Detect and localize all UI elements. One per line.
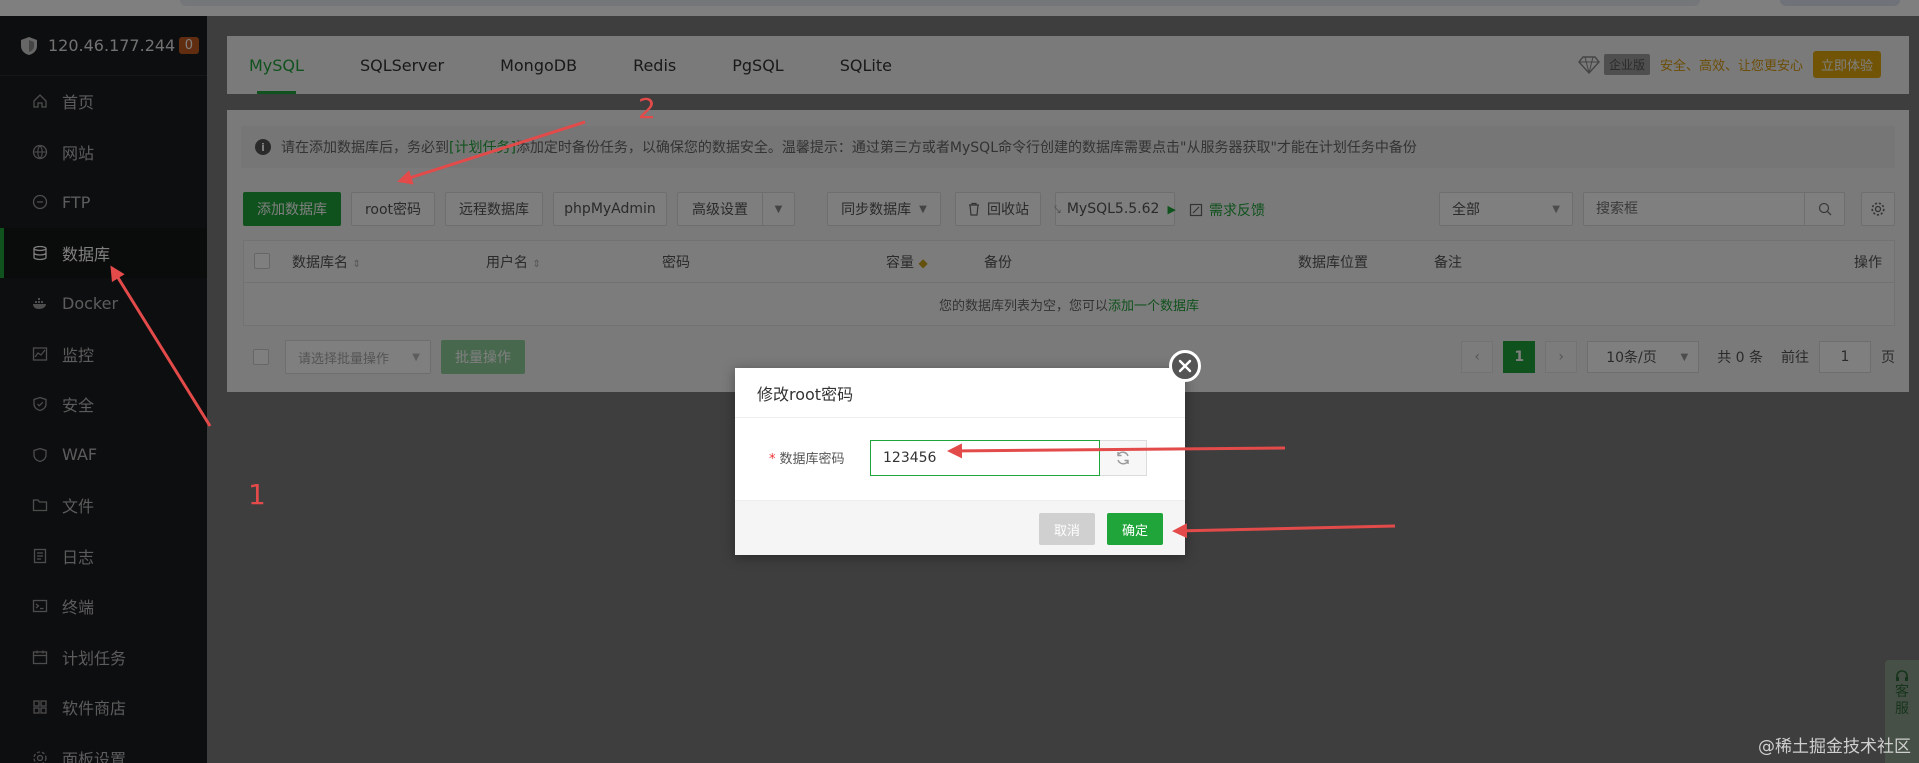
dialog-footer: 取消 确定: [735, 500, 1185, 555]
watermark: @稀土掘金技术社区: [1758, 737, 1911, 757]
cancel-button[interactable]: 取消: [1039, 513, 1095, 545]
dialog-body: * 数据库密码 123456: [735, 418, 1185, 500]
step-number-2: 2: [638, 92, 656, 125]
required-mark: *: [769, 452, 776, 467]
close-icon: [1178, 359, 1192, 373]
password-field-label: * 数据库密码: [769, 448, 845, 467]
confirm-button[interactable]: 确定: [1107, 513, 1163, 545]
password-label-text: 数据库密码: [779, 452, 845, 467]
password-input[interactable]: 123456: [870, 440, 1100, 476]
close-button[interactable]: [1169, 350, 1201, 382]
step-number-1: 1: [248, 478, 266, 511]
refresh-icon: [1117, 451, 1129, 465]
root-password-dialog: 修改root密码 * 数据库密码 123456 取消 确定: [735, 350, 1201, 555]
dialog-title: 修改root密码: [735, 368, 1185, 418]
generate-password-button[interactable]: [1100, 440, 1147, 476]
